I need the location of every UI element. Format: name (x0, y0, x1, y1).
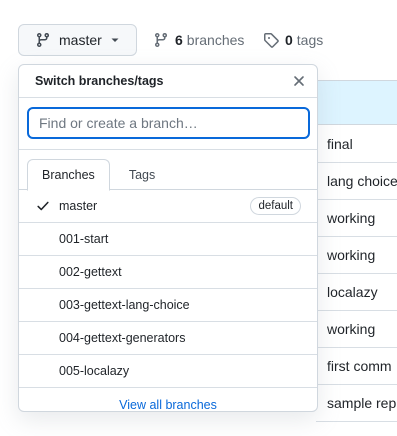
branch-name: 002-gettext (59, 265, 122, 279)
close-icon[interactable] (291, 73, 307, 89)
triangle-down-icon (110, 35, 120, 45)
branches-link[interactable]: 6 branches (153, 32, 244, 48)
git-branch-icon (35, 32, 51, 48)
view-all-branches-link[interactable]: View all branches (19, 388, 317, 412)
branches-label: branches (186, 32, 245, 48)
branch-name: master (59, 199, 98, 213)
commit-list-header (316, 80, 397, 125)
tab-branches[interactable]: Branches (27, 159, 110, 191)
git-branch-icon (153, 32, 169, 48)
branch-select-button[interactable]: master (18, 24, 137, 56)
dropdown-header: Switch branches/tags (19, 65, 317, 98)
commit-message[interactable]: final (316, 126, 397, 163)
tab-tags[interactable]: Tags (110, 159, 170, 190)
branch-tag-tabs: Branches Tags (19, 150, 317, 191)
dropdown-title: Switch branches/tags (35, 74, 164, 88)
check-icon (35, 198, 51, 214)
commit-message[interactable]: working (316, 237, 397, 274)
branch-item-001-start[interactable]: 001-start (19, 223, 317, 256)
branch-item-002-gettext[interactable]: 002-gettext (19, 256, 317, 289)
branch-item-004-gettext-generators[interactable]: 004-gettext-generators (19, 322, 317, 355)
commit-message[interactable]: lang choice (316, 163, 397, 200)
branch-name: 004-gettext-generators (59, 331, 186, 345)
branch-switcher-dropdown: Switch branches/tags Branches Tags maste… (18, 64, 318, 412)
tags-link[interactable]: 0 tags (263, 32, 323, 48)
commit-list: final lang choice working working locala… (316, 126, 397, 422)
branch-name: 003-gettext-lang-choice (59, 298, 190, 312)
commit-message[interactable]: first comm (316, 348, 397, 385)
branch-list: master default 001-start 002-gettext 003… (19, 190, 317, 388)
commit-message[interactable]: working (316, 311, 397, 348)
filter-container (19, 98, 317, 150)
tag-icon (263, 32, 279, 48)
branch-name: 001-start (59, 232, 109, 246)
branches-count: 6 (175, 32, 183, 48)
branch-item-master[interactable]: master default (19, 190, 317, 223)
commit-message[interactable]: sample rep (316, 385, 397, 422)
commit-message[interactable]: localazy (316, 274, 397, 311)
branch-item-005-localazy[interactable]: 005-localazy (19, 355, 317, 388)
tags-count: 0 (285, 32, 293, 48)
branch-item-003-gettext-lang-choice[interactable]: 003-gettext-lang-choice (19, 289, 317, 322)
branch-filter-input[interactable] (27, 107, 310, 139)
commit-message[interactable]: working (316, 200, 397, 237)
current-branch-label: master (59, 32, 102, 48)
branch-name: 005-localazy (59, 364, 130, 378)
default-badge: default (250, 197, 301, 215)
tags-label: tags (296, 32, 324, 48)
